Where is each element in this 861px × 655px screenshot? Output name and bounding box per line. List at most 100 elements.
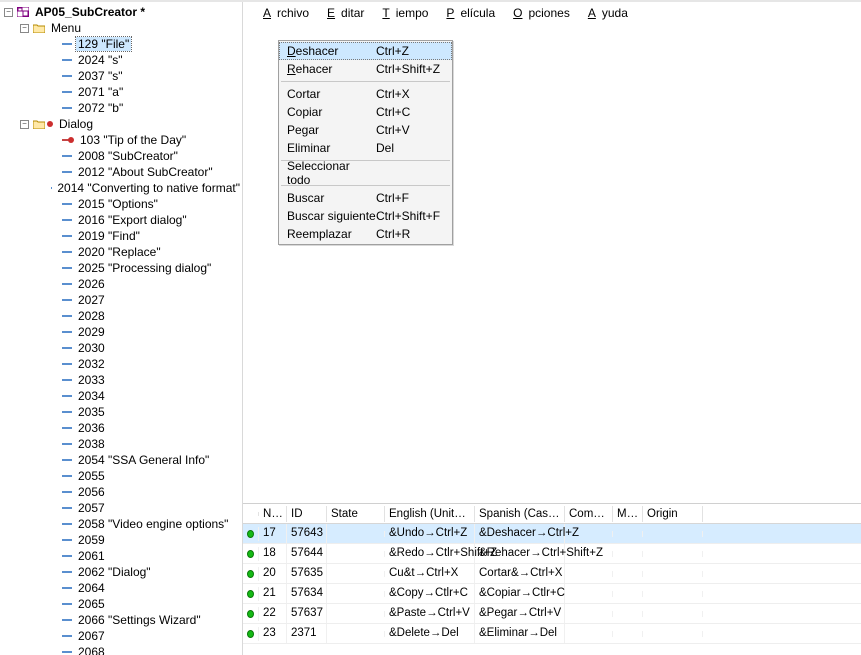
status-flag: [243, 607, 259, 621]
grid-column-header[interactable]: N…: [259, 506, 287, 522]
tree-item-label[interactable]: 2071 "a": [76, 85, 125, 99]
tree-item-label[interactable]: 2028: [76, 309, 107, 323]
tree-item-label[interactable]: 2067: [76, 629, 107, 643]
resource-icon: [62, 251, 72, 253]
cell-n: 18: [259, 544, 287, 563]
resource-icon: [62, 155, 72, 157]
tree-item-label[interactable]: 129 "File": [76, 37, 131, 51]
tree-item-label[interactable]: 2025 "Processing dialog": [76, 261, 213, 275]
dropdown-item[interactable]: Seleccionar todo: [279, 164, 452, 182]
grid-column-header[interactable]: ID: [287, 506, 327, 522]
dropdown-item[interactable]: CortarCtrl+X: [279, 85, 452, 103]
resource-icon: [62, 283, 72, 285]
tree-item-label[interactable]: 2008 "SubCreator": [76, 149, 180, 163]
grid-column-header[interactable]: [243, 512, 259, 516]
menu-item[interactable]: Editar: [315, 4, 370, 22]
tree-item-label[interactable]: 2020 "Replace": [76, 245, 163, 259]
tree-item-label[interactable]: 2068: [76, 645, 107, 655]
tree-item-label[interactable]: 2037 "s": [76, 69, 125, 83]
resource-icon: [62, 523, 72, 525]
dropdown-item[interactable]: ReemplazarCtrl+R: [279, 225, 452, 243]
grid-row[interactable]: 232371&Delete→Del&Eliminar→Del: [243, 624, 861, 644]
menu-item[interactable]: Ayuda: [576, 4, 634, 22]
tree-item-label[interactable]: 2024 "s": [76, 53, 125, 67]
resource-icon: [62, 331, 72, 333]
menu-item[interactable]: Archivo: [251, 4, 315, 22]
tree-toggle[interactable]: −: [20, 24, 29, 33]
grid-column-header[interactable]: Ma…: [613, 506, 643, 522]
grid-column-header[interactable]: Comm…: [565, 506, 613, 522]
grid-row[interactable]: 1857644&Redo→Ctlr+Shift+Z&Rehacer→Ctrl+S…: [243, 544, 861, 564]
grid-column-header[interactable]: Origin: [643, 506, 703, 522]
modified-dot-icon: [68, 137, 74, 143]
dropdown-item[interactable]: BuscarCtrl+F: [279, 189, 452, 207]
resource-icon: [62, 219, 72, 221]
grid-row[interactable]: 2057635Cu&t→Ctrl+XCortar&→Ctrl+X: [243, 564, 861, 584]
cell-es: &Rehacer→Ctrl+Shift+Z: [475, 544, 565, 563]
cell-n: 22: [259, 604, 287, 623]
grid-row[interactable]: 2157634&Copy→Ctlr+C&Copiar→Ctlr+C: [243, 584, 861, 604]
tree-item-label[interactable]: 2036: [76, 421, 107, 435]
resource-icon: [62, 443, 72, 445]
menu-item[interactable]: Opciones: [501, 4, 576, 22]
tree-item-label[interactable]: 2014 "Converting to native format": [55, 181, 242, 195]
tree-item-label[interactable]: 2058 "Video engine options": [76, 517, 230, 531]
tree-item-label[interactable]: 2035: [76, 405, 107, 419]
tree-item-label[interactable]: 2026: [76, 277, 107, 291]
dropdown-item[interactable]: EliminarDel: [279, 139, 452, 157]
tree-panel[interactable]: −AP05_SubCreator *−Menu129 "File"2024 "s…: [0, 2, 243, 655]
tree-item-label[interactable]: 2072 "b": [76, 101, 125, 115]
tree-item-label[interactable]: 2038: [76, 437, 107, 451]
grid-column-header[interactable]: State: [327, 506, 385, 522]
menu-item[interactable]: Tiempo: [370, 4, 434, 22]
tree-item-label[interactable]: 2016 "Export dialog": [76, 213, 189, 227]
tree-item-label[interactable]: 2056: [76, 485, 107, 499]
cell-state: [327, 531, 385, 537]
cell-en: &Redo→Ctlr+Shift+Z: [385, 544, 475, 563]
grid-body[interactable]: 1757643&Undo→Ctrl+Z&Deshacer→Ctrl+Z18576…: [243, 524, 861, 655]
dropdown-item[interactable]: DeshacerCtrl+Z: [279, 42, 452, 60]
resource-icon: [62, 539, 72, 541]
tree-item-label[interactable]: 2034: [76, 389, 107, 403]
tree-toggle[interactable]: −: [20, 120, 29, 129]
tree-item-label[interactable]: 2030: [76, 341, 107, 355]
tree-item-label[interactable]: 2027: [76, 293, 107, 307]
tree-item-label[interactable]: Dialog: [57, 117, 95, 131]
tree-item-label[interactable]: 2055: [76, 469, 107, 483]
tree-item-label[interactable]: 2064: [76, 581, 107, 595]
menu-item[interactable]: Película: [434, 4, 501, 22]
cell-n: 17: [259, 524, 287, 543]
status-flag: [243, 567, 259, 581]
grid-column-header[interactable]: English (Unit…: [385, 506, 475, 522]
grid-column-header[interactable]: Spanish (Cast…: [475, 506, 565, 522]
resource-icon: [62, 603, 72, 605]
tree-item-label[interactable]: 2032: [76, 357, 107, 371]
tree-toggle[interactable]: −: [4, 8, 13, 17]
tree-item-label[interactable]: 2012 "About SubCreator": [76, 165, 215, 179]
grid-row[interactable]: 1757643&Undo→Ctrl+Z&Deshacer→Ctrl+Z: [243, 524, 861, 544]
tree-item-label[interactable]: 2033: [76, 373, 107, 387]
tree-item-label[interactable]: 2054 "SSA General Info": [76, 453, 211, 467]
tree-item-label[interactable]: 2062 "Dialog": [76, 565, 153, 579]
grid-row[interactable]: 2257637&Paste→Ctrl+V&Pegar→Ctrl+V: [243, 604, 861, 624]
folder-icon: [32, 118, 46, 130]
tree-item-label[interactable]: 103 "Tip of the Day": [78, 133, 188, 147]
cell-id: 57643: [287, 524, 327, 543]
tree-item-label[interactable]: 2061: [76, 549, 107, 563]
tree-item-label[interactable]: 2019 "Find": [76, 229, 142, 243]
tree-item-label[interactable]: 2057: [76, 501, 107, 515]
resource-icon: [62, 59, 72, 61]
tree-item-label[interactable]: Menu: [49, 21, 83, 35]
dropdown-item[interactable]: PegarCtrl+V: [279, 121, 452, 139]
dropdown-item[interactable]: Buscar siguienteCtrl+Shift+F: [279, 207, 452, 225]
cell-es: &Deshacer→Ctrl+Z: [475, 524, 565, 543]
dropdown-item[interactable]: RehacerCtrl+Shift+Z: [279, 60, 452, 78]
dropdown-item[interactable]: CopiarCtrl+C: [279, 103, 452, 121]
tree-item-label[interactable]: 2015 "Options": [76, 197, 160, 211]
tree-item-label[interactable]: 2029: [76, 325, 107, 339]
tree-item-label[interactable]: 2066 "Settings Wizard": [76, 613, 203, 627]
tree-item-label[interactable]: AP05_SubCreator *: [33, 5, 147, 19]
tree-item-label[interactable]: 2065: [76, 597, 107, 611]
resource-icon: [62, 651, 72, 653]
tree-item-label[interactable]: 2059: [76, 533, 107, 547]
